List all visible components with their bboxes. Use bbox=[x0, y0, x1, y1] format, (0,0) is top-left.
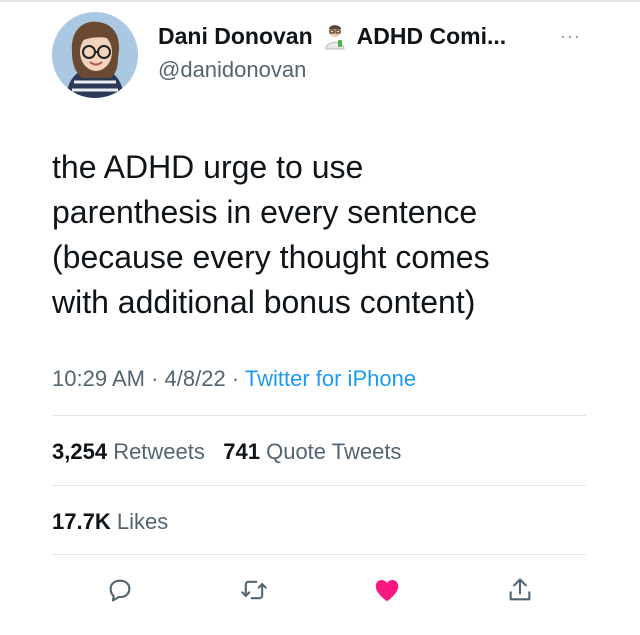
tweet-line: the ADHD urge to use bbox=[52, 149, 364, 185]
like-icon bbox=[375, 580, 399, 602]
more-options-icon[interactable]: ··· bbox=[560, 26, 581, 47]
retweets-count: 3,254 bbox=[52, 439, 108, 464]
author-name-suffix[interactable]: ADHD Comi... bbox=[357, 23, 507, 50]
tweet-actions-bar bbox=[52, 570, 586, 610]
meta-separator: · bbox=[151, 366, 159, 391]
retweets-link[interactable]: 3,254 Retweets bbox=[52, 439, 205, 464]
quote-tweets-link[interactable]: 741 Quote Tweets bbox=[223, 439, 401, 464]
reply-icon bbox=[109, 579, 131, 602]
tweet-date[interactable]: 4/8/22 bbox=[165, 366, 226, 391]
divider bbox=[52, 485, 586, 486]
share-button[interactable] bbox=[500, 570, 540, 610]
author-handle[interactable]: @danidonovan bbox=[158, 57, 306, 83]
retweet-icon bbox=[241, 580, 267, 600]
avatar[interactable] bbox=[52, 12, 138, 98]
tweet-line: with additional bonus content) bbox=[52, 284, 476, 320]
author-name-row[interactable]: Dani Donovan ADHD Comi... bbox=[158, 22, 506, 50]
quote-tweets-label: Quote Tweets bbox=[266, 439, 402, 464]
likes-link[interactable]: 17.7K Likes bbox=[52, 509, 168, 534]
tweet-line: parenthesis in every sentence bbox=[52, 194, 478, 230]
likes-stats: 17.7K Likes bbox=[52, 509, 168, 535]
scientist-emoji-icon bbox=[321, 22, 349, 50]
tweet-meta: 10:29 AM · 4/8/22 · Twitter for iPhone bbox=[52, 366, 416, 392]
share-icon bbox=[509, 578, 531, 601]
reply-button[interactable] bbox=[100, 570, 140, 610]
retweet-stats: 3,254 Retweets 741 Quote Tweets bbox=[52, 439, 401, 465]
avatar-illustration-icon bbox=[52, 12, 138, 98]
tweet-text: the ADHD urge to use parenthesis in ever… bbox=[52, 145, 592, 325]
likes-count: 17.7K bbox=[52, 509, 111, 534]
likes-label: Likes bbox=[116, 509, 169, 534]
tweet-source-link[interactable]: Twitter for iPhone bbox=[245, 366, 416, 391]
tweet-time[interactable]: 10:29 AM bbox=[52, 366, 145, 391]
tweet-line: (because every thought comes bbox=[52, 239, 490, 275]
divider bbox=[52, 554, 586, 555]
meta-separator: · bbox=[231, 366, 240, 391]
like-button[interactable] bbox=[367, 570, 407, 610]
author-display-name[interactable]: Dani Donovan bbox=[158, 23, 313, 50]
retweets-label: Retweets bbox=[113, 439, 205, 464]
tweet-card: Dani Donovan ADHD Comi... @danidonovan ·… bbox=[0, 0, 640, 635]
quote-tweets-count: 741 bbox=[223, 439, 260, 464]
divider bbox=[52, 415, 586, 416]
retweet-button[interactable] bbox=[234, 570, 274, 610]
